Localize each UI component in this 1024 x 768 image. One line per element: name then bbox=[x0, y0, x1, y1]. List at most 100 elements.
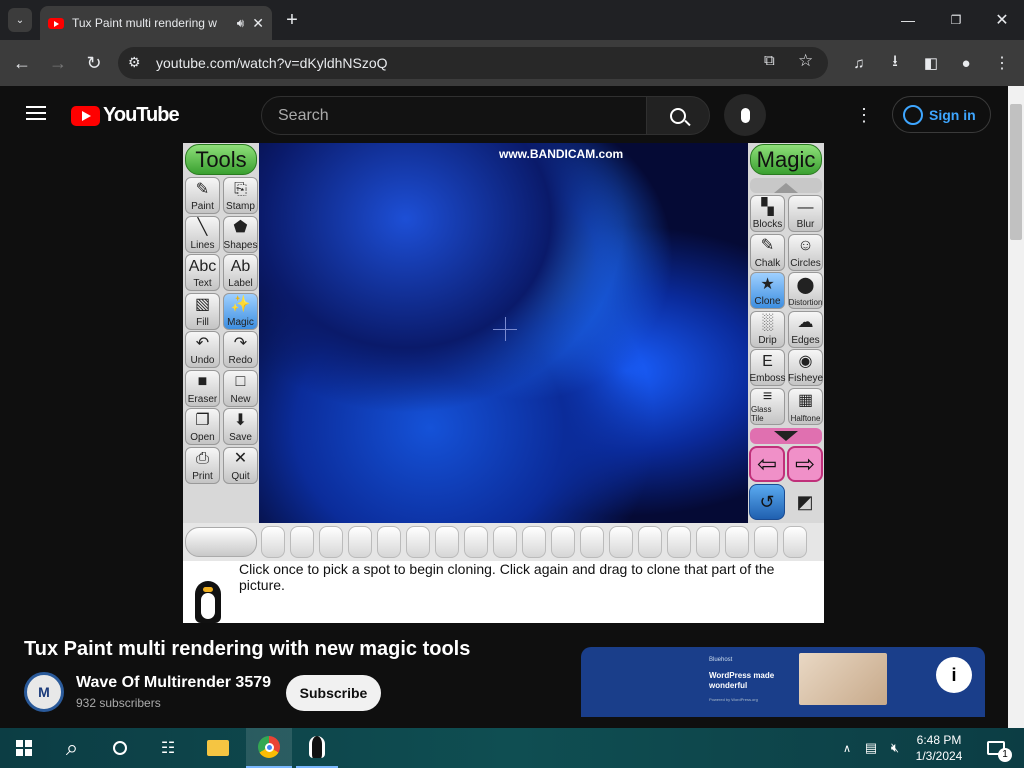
color-swatch[interactable] bbox=[725, 526, 749, 558]
tux-paint-taskbar-icon[interactable] bbox=[296, 728, 338, 768]
tool-open-button[interactable]: ❐ Open bbox=[185, 408, 220, 445]
magic-emboss-button[interactable]: E Emboss bbox=[749, 349, 786, 386]
profile-icon[interactable]: ● bbox=[954, 51, 978, 75]
tool-lines-button[interactable]: ╲ Lines bbox=[185, 215, 220, 253]
color-swatch[interactable] bbox=[319, 526, 343, 558]
tool-save-button[interactable]: ⬇ Save bbox=[223, 408, 258, 445]
color-swatch[interactable] bbox=[464, 526, 488, 558]
magic-scroll-down-button[interactable] bbox=[750, 428, 822, 444]
color-swatch[interactable] bbox=[493, 526, 517, 558]
install-app-icon[interactable]: ⧉ bbox=[764, 52, 775, 69]
magic-blur-button[interactable]: — Blur bbox=[788, 195, 823, 232]
chrome-taskbar-icon[interactable] bbox=[246, 728, 292, 768]
browser-tab[interactable]: Tux Paint multi rendering w 🔊︎ ✕ bbox=[40, 6, 272, 40]
reload-icon[interactable]: ↻ bbox=[82, 51, 106, 75]
magic-scroll-up-button[interactable] bbox=[750, 178, 822, 193]
tool-print-button[interactable]: ⎙ Print bbox=[185, 446, 220, 484]
color-swatch[interactable] bbox=[551, 526, 575, 558]
back-icon[interactable]: ← bbox=[10, 51, 34, 75]
color-swatch[interactable] bbox=[290, 526, 314, 558]
tool-quit-button[interactable]: ✕ Quit bbox=[223, 446, 258, 484]
ad-info-icon[interactable]: i bbox=[936, 657, 972, 693]
tool-stamp-button[interactable]: ⎘ Stamp bbox=[223, 177, 258, 214]
tray-chevron-icon[interactable]: ∧ bbox=[838, 728, 856, 768]
magic-fisheye-button[interactable]: ◉ Fisheye bbox=[788, 349, 823, 386]
speaker-icon[interactable]: 🔊︎ bbox=[237, 16, 245, 31]
color-swatch[interactable] bbox=[261, 526, 285, 558]
network-icon[interactable]: ▤ bbox=[860, 728, 882, 768]
tool-magic-button[interactable]: ✨ Magic bbox=[223, 292, 258, 330]
tool-eraser-button[interactable]: ■ Eraser bbox=[185, 369, 220, 407]
settings-dots-icon[interactable]: ⋮ bbox=[854, 104, 874, 126]
color-swatch[interactable] bbox=[348, 526, 372, 558]
browser-menu-icon[interactable]: ⋮ bbox=[992, 51, 1012, 75]
tool-fill-button[interactable]: ▧ Fill bbox=[185, 292, 220, 330]
bookmark-star-icon[interactable]: ☆ bbox=[798, 51, 813, 71]
minimize-icon[interactable]: — bbox=[896, 8, 920, 32]
color-swatch[interactable] bbox=[783, 526, 807, 558]
restore-icon[interactable]: ❐ bbox=[944, 8, 968, 32]
clock[interactable]: 6:48 PM 1/3/2024 bbox=[908, 728, 970, 768]
magic-glass-tile-button[interactable]: ≡ Glass Tile bbox=[750, 387, 785, 425]
magic-blocks-button[interactable]: ▚ Blocks bbox=[750, 195, 785, 232]
color-swatch[interactable] bbox=[754, 526, 778, 558]
forward-icon[interactable]: → bbox=[46, 51, 70, 75]
magic-halftone-button[interactable]: ▦ Halftone bbox=[788, 387, 823, 425]
color-swatch[interactable] bbox=[435, 526, 459, 558]
prev-arrow-button[interactable]: ⇦ bbox=[749, 446, 785, 482]
volume-muted-icon[interactable]: 🔇︎ bbox=[884, 728, 906, 768]
download-icon[interactable]: ⭳ bbox=[884, 51, 906, 75]
color-swatch[interactable] bbox=[696, 526, 720, 558]
tool-new-button[interactable]: □ New bbox=[223, 369, 258, 407]
video-player[interactable]: Tools ✎ Paint ⎘ Stamp ╲ Lines ⬟ Shapes Abc Text Ab… bbox=[183, 143, 824, 623]
channel-name[interactable]: Wave Of Multirender 3579 bbox=[76, 674, 271, 692]
mode-paint-button[interactable]: ↺ bbox=[749, 484, 785, 520]
youtube-logo[interactable]: YouTube bbox=[71, 104, 180, 127]
color-swatch[interactable] bbox=[667, 526, 691, 558]
channel-avatar[interactable]: M bbox=[24, 672, 64, 712]
magic-drip-button[interactable]: ░ Drip bbox=[750, 310, 785, 348]
tool-text-button[interactable]: Abc Text bbox=[185, 254, 220, 291]
magic-chalk-button[interactable]: ✎ Chalk bbox=[750, 233, 785, 271]
new-tab-button[interactable]: + bbox=[282, 8, 302, 32]
magic-clone-button[interactable]: ★ Clone bbox=[750, 272, 785, 309]
tab-search-chevron-icon[interactable]: ⌄ bbox=[8, 8, 32, 32]
task-view-icon[interactable]: ☷ bbox=[144, 728, 192, 768]
file-explorer-icon[interactable] bbox=[196, 728, 240, 768]
voice-search-button[interactable] bbox=[724, 94, 766, 136]
palette-scroll-button[interactable] bbox=[185, 527, 257, 557]
hamburger-menu-icon[interactable] bbox=[26, 106, 46, 120]
tool-undo-button[interactable]: ↶ Undo bbox=[185, 331, 220, 368]
magic-edges-button[interactable]: ☁ Edges bbox=[788, 310, 823, 348]
magic-distortion-button[interactable]: ⬤ Distortion bbox=[788, 272, 823, 309]
color-swatch[interactable] bbox=[377, 526, 401, 558]
mode-fullscreen-button[interactable]: ◩ bbox=[787, 484, 823, 520]
action-center-icon[interactable]: 1 bbox=[976, 728, 1016, 768]
tool-paint-button[interactable]: ✎ Paint bbox=[185, 177, 220, 214]
site-settings-icon[interactable]: ⚙ bbox=[128, 54, 141, 71]
tool-label-button[interactable]: Ab Label bbox=[223, 254, 258, 291]
search-button[interactable] bbox=[646, 96, 710, 135]
sign-in-button[interactable]: Sign in bbox=[892, 96, 991, 133]
paint-canvas[interactable]: www.BANDICAM.com bbox=[259, 143, 748, 523]
subscribe-button[interactable]: Subscribe bbox=[286, 675, 381, 711]
color-swatch[interactable] bbox=[406, 526, 430, 558]
ad-banner[interactable]: Bluehost WordPress made wonderful Powere… bbox=[581, 647, 985, 728]
cortana-icon[interactable] bbox=[96, 728, 144, 768]
tool-redo-button[interactable]: ↷ Redo bbox=[223, 331, 258, 368]
scrollbar-thumb[interactable] bbox=[1010, 104, 1022, 240]
search-input[interactable]: Search bbox=[261, 96, 647, 135]
color-swatch[interactable] bbox=[638, 526, 662, 558]
color-swatch[interactable] bbox=[609, 526, 633, 558]
media-control-icon[interactable]: ♫ bbox=[848, 51, 870, 75]
color-swatch[interactable] bbox=[580, 526, 604, 558]
color-swatch[interactable] bbox=[522, 526, 546, 558]
tool-shapes-button[interactable]: ⬟ Shapes bbox=[223, 215, 258, 253]
address-bar[interactable]: ⚙ youtube.com/watch?v=dKyldhNSzoQ ⧉ ☆ bbox=[118, 47, 828, 79]
next-arrow-button[interactable]: ⇨ bbox=[787, 446, 823, 482]
window-close-icon[interactable]: ✕ bbox=[990, 8, 1014, 32]
taskbar-search-icon[interactable]: ⌕ bbox=[48, 728, 96, 768]
start-button[interactable] bbox=[0, 728, 48, 768]
side-panel-icon[interactable]: ◧ bbox=[920, 51, 942, 75]
tab-close-icon[interactable]: ✕ bbox=[252, 15, 264, 32]
